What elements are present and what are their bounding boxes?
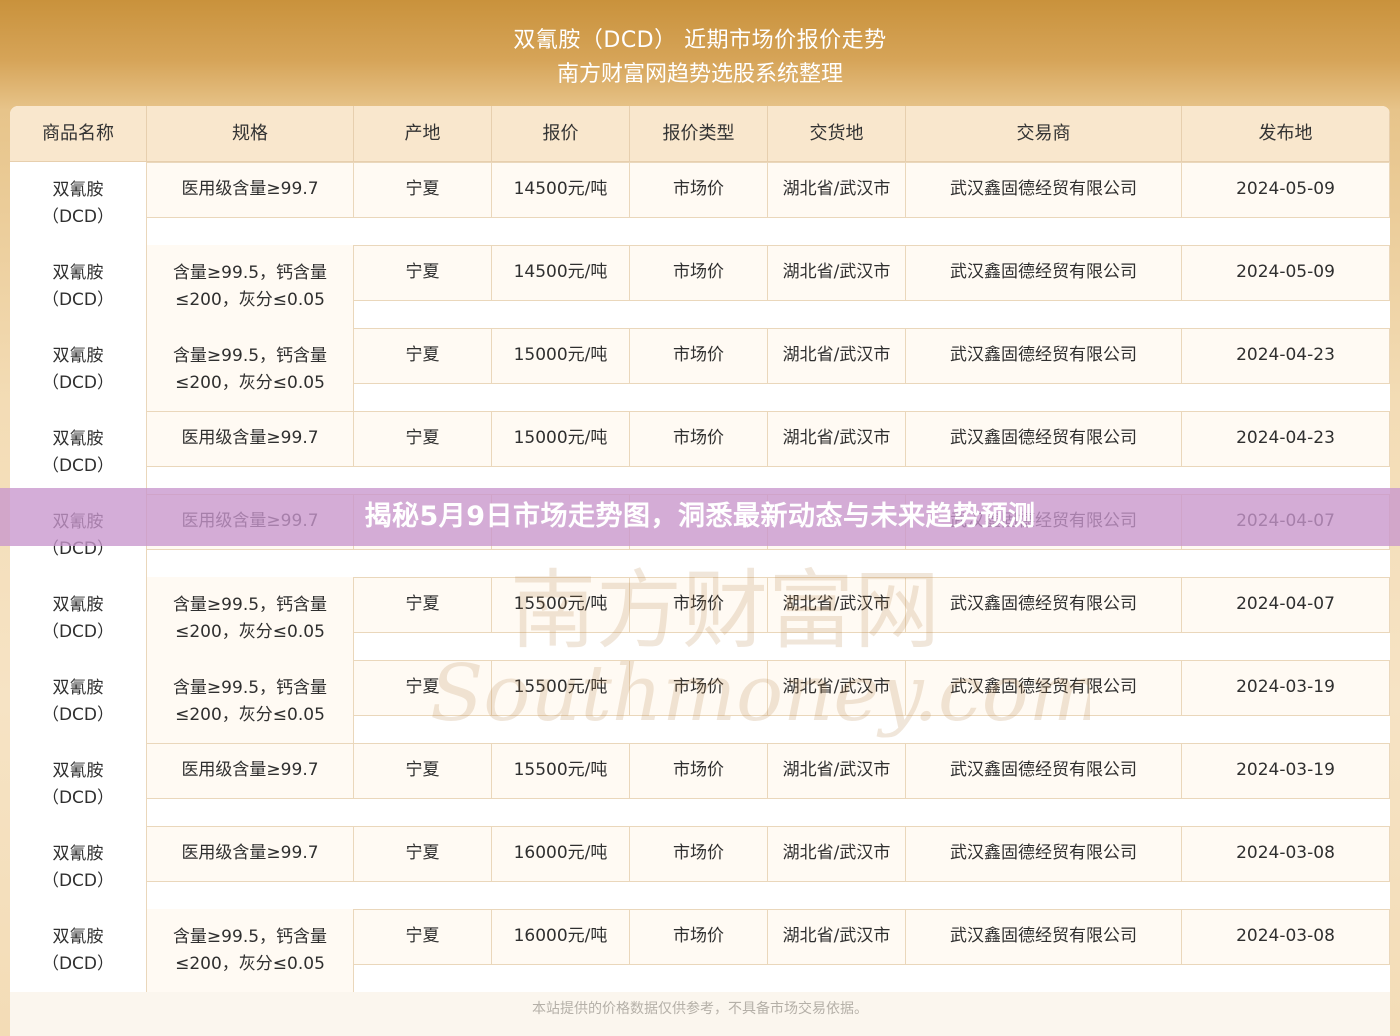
- cell-spec: 医用级含量≥99.7: [147, 162, 354, 217]
- table-row: 双氰胺 （DCD） 含量≥99.5，钙含量 ≤200，灰分≤0.05 宁夏 16000…: [10, 909, 1390, 992]
- cell-price-type: 市场价: [630, 245, 768, 300]
- disclaimer-footer: 本站提供的价格数据仅供参考，不具备市场交易依据。: [532, 1001, 868, 1017]
- cell-origin: 宁夏: [354, 743, 492, 798]
- cell-price: 15500元/吨: [492, 743, 630, 798]
- table-row: 双氰胺 （DCD） 医用级含量≥99.7 宁夏 15500元/吨 市场价 湖北省/武汉市武…: [10, 743, 1390, 826]
- cell-spec: 含量≥99.5，钙含量 ≤200，灰分≤0.05: [147, 660, 354, 743]
- column-header-price-type: 报价类型: [630, 106, 768, 161]
- cell-spec: 医用级含量≥99.7: [147, 411, 354, 466]
- cell-product-name: 双氰胺 （DCD）: [10, 577, 147, 660]
- table-row: 双氰胺 （DCD） 含量≥99.5，钙含量 ≤200，灰分≤0.05 宁夏 14500…: [10, 245, 1390, 328]
- cell-origin: 宁夏: [354, 328, 492, 383]
- cell-spec: 含量≥99.5，钙含量 ≤200，灰分≤0.05: [147, 245, 354, 328]
- cell-product-name: 双氰胺 （DCD）: [10, 328, 147, 411]
- cell-trader: 武汉鑫固德经贸有限公司: [906, 909, 1182, 964]
- cell-price: 15000元/吨: [492, 411, 630, 466]
- cell-origin: 宁夏: [354, 162, 492, 217]
- cell-publish-date: 2024-05-09: [1182, 162, 1390, 217]
- cell-delivery-location: 湖北省/武汉市: [768, 328, 906, 383]
- cell-origin: 宁夏: [354, 660, 492, 715]
- column-header-price: 报价: [492, 106, 630, 161]
- cell-product-name: 双氰胺 （DCD）: [10, 245, 147, 328]
- cell-publish-date: 2024-03-19: [1182, 743, 1390, 798]
- cell-delivery-location: 湖北省/武汉市: [768, 826, 906, 881]
- column-header-trader: 交易商: [906, 106, 1182, 161]
- cell-spec: 医用级含量≥99.7: [147, 826, 354, 881]
- table-row: 双氰胺 （DCD） 含量≥99.5，钙含量 ≤200，灰分≤0.05 宁夏 15500…: [10, 577, 1390, 660]
- cell-delivery-location: 湖北省/武汉市: [768, 411, 906, 466]
- cell-price: 16000元/吨: [492, 826, 630, 881]
- cell-price-type: 市场价: [630, 328, 768, 383]
- table-header: 商品名称 规格 产地 报价 报价类型 交货地 交易商 发布地: [10, 106, 1390, 162]
- cell-price-type: 市场价: [630, 577, 768, 632]
- cell-publish-date: 2024-05-09: [1182, 245, 1390, 300]
- price-table-card: 商品名称 规格 产地 报价 报价类型 交货地 交易商 发布地 双氰胺 （DCD） 医用级含量≥9…: [10, 106, 1390, 1036]
- cell-price-type: 市场价: [630, 909, 768, 964]
- table-row: 双氰胺 （DCD） 医用级含量≥99.7 宁夏 16000元/吨 市场价 湖北省/武汉市武…: [10, 826, 1390, 909]
- cell-product-name: 双氰胺 （DCD）: [10, 826, 147, 909]
- page-subtitle: 南方财富网趋势选股系统整理: [556, 62, 843, 87]
- cell-origin: 宁夏: [354, 826, 492, 881]
- cell-price-type: 市场价: [630, 162, 768, 217]
- cell-price-type: 市场价: [630, 660, 768, 715]
- cell-trader: 武汉鑫固德经贸有限公司: [906, 826, 1182, 881]
- cell-product-name: 双氰胺 （DCD）: [10, 743, 147, 826]
- cell-price: 15000元/吨: [492, 328, 630, 383]
- cell-delivery-location: 湖北省/武汉市: [768, 909, 906, 964]
- table-row: 双氰胺 （DCD） 含量≥99.5，钙含量 ≤200，灰分≤0.05 宁夏 15000…: [10, 328, 1390, 411]
- cell-price: 15500元/吨: [492, 577, 630, 632]
- cell-price: 16000元/吨: [492, 909, 630, 964]
- cell-trader: 武汉鑫固德经贸有限公司: [906, 245, 1182, 300]
- cell-publish-date: 2024-04-23: [1182, 411, 1390, 466]
- cell-price-type: 市场价: [630, 743, 768, 798]
- cell-trader: 武汉鑫固德经贸有限公司: [906, 577, 1182, 632]
- cell-price: 14500元/吨: [492, 245, 630, 300]
- cell-product-name: 双氰胺 （DCD）: [10, 660, 147, 743]
- table-row: 双氰胺 （DCD） 医用级含量≥99.7 宁夏 15000元/吨 市场价 湖北省/武汉市武…: [10, 411, 1390, 494]
- cell-origin: 宁夏: [354, 411, 492, 466]
- cell-spec: 含量≥99.5，钙含量 ≤200，灰分≤0.05: [147, 328, 354, 411]
- column-header-product-name: 商品名称: [10, 106, 147, 161]
- cell-spec: 医用级含量≥99.7: [147, 743, 354, 798]
- cell-publish-date: 2024-04-07: [1182, 577, 1390, 632]
- cell-delivery-location: 湖北省/武汉市: [768, 162, 906, 217]
- cell-spec: 含量≥99.5，钙含量 ≤200，灰分≤0.05: [147, 909, 354, 992]
- cell-delivery-location: 湖北省/武汉市: [768, 577, 906, 632]
- column-header-publish-date: 发布地: [1182, 106, 1390, 161]
- table-row: 双氰胺 （DCD） 含量≥99.5，钙含量 ≤200，灰分≤0.05 宁夏 15500…: [10, 660, 1390, 743]
- table-row: 双氰胺 （DCD） 医用级含量≥99.7 宁夏 14500元/吨 市场价 湖北省/武汉市武…: [10, 162, 1390, 245]
- cell-trader: 武汉鑫固德经贸有限公司: [906, 162, 1182, 217]
- column-header-origin: 产地: [354, 106, 492, 161]
- cell-product-name: 双氰胺 （DCD）: [10, 411, 147, 494]
- cell-delivery-location: 湖北省/武汉市: [768, 743, 906, 798]
- cell-trader: 武汉鑫固德经贸有限公司: [906, 328, 1182, 383]
- cell-trader: 武汉鑫固德经贸有限公司: [906, 660, 1182, 715]
- overlay-title: 揭秘5月9日市场走势图，洞悉最新动态与未来趋势预测: [364, 501, 1036, 532]
- cell-price: 14500元/吨: [492, 162, 630, 217]
- cell-origin: 宁夏: [354, 577, 492, 632]
- page-title: 双氰胺（DCD） 近期市场价报价走势: [513, 28, 887, 53]
- page-header: 双氰胺（DCD） 近期市场价报价走势 南方财富网趋势选股系统整理: [0, 0, 1400, 106]
- cell-publish-date: 2024-03-08: [1182, 826, 1390, 881]
- cell-delivery-location: 湖北省/武汉市: [768, 660, 906, 715]
- cell-product-name: 双氰胺 （DCD）: [10, 162, 147, 245]
- cell-trader: 武汉鑫固德经贸有限公司: [906, 743, 1182, 798]
- cell-publish-date: 2024-04-23: [1182, 328, 1390, 383]
- cell-price-type: 市场价: [630, 826, 768, 881]
- cell-spec: 含量≥99.5，钙含量 ≤200，灰分≤0.05: [147, 577, 354, 660]
- cell-product-name: 双氰胺 （DCD）: [10, 909, 147, 992]
- cell-origin: 宁夏: [354, 909, 492, 964]
- cell-origin: 宁夏: [354, 245, 492, 300]
- cell-price-type: 市场价: [630, 411, 768, 466]
- column-header-spec: 规格: [147, 106, 354, 161]
- column-header-delivery-location: 交货地: [768, 106, 906, 161]
- cell-publish-date: 2024-03-19: [1182, 660, 1390, 715]
- cell-price: 15500元/吨: [492, 660, 630, 715]
- cell-trader: 武汉鑫固德经贸有限公司: [906, 411, 1182, 466]
- cell-delivery-location: 湖北省/武汉市: [768, 245, 906, 300]
- cell-publish-date: 2024-03-08: [1182, 909, 1390, 964]
